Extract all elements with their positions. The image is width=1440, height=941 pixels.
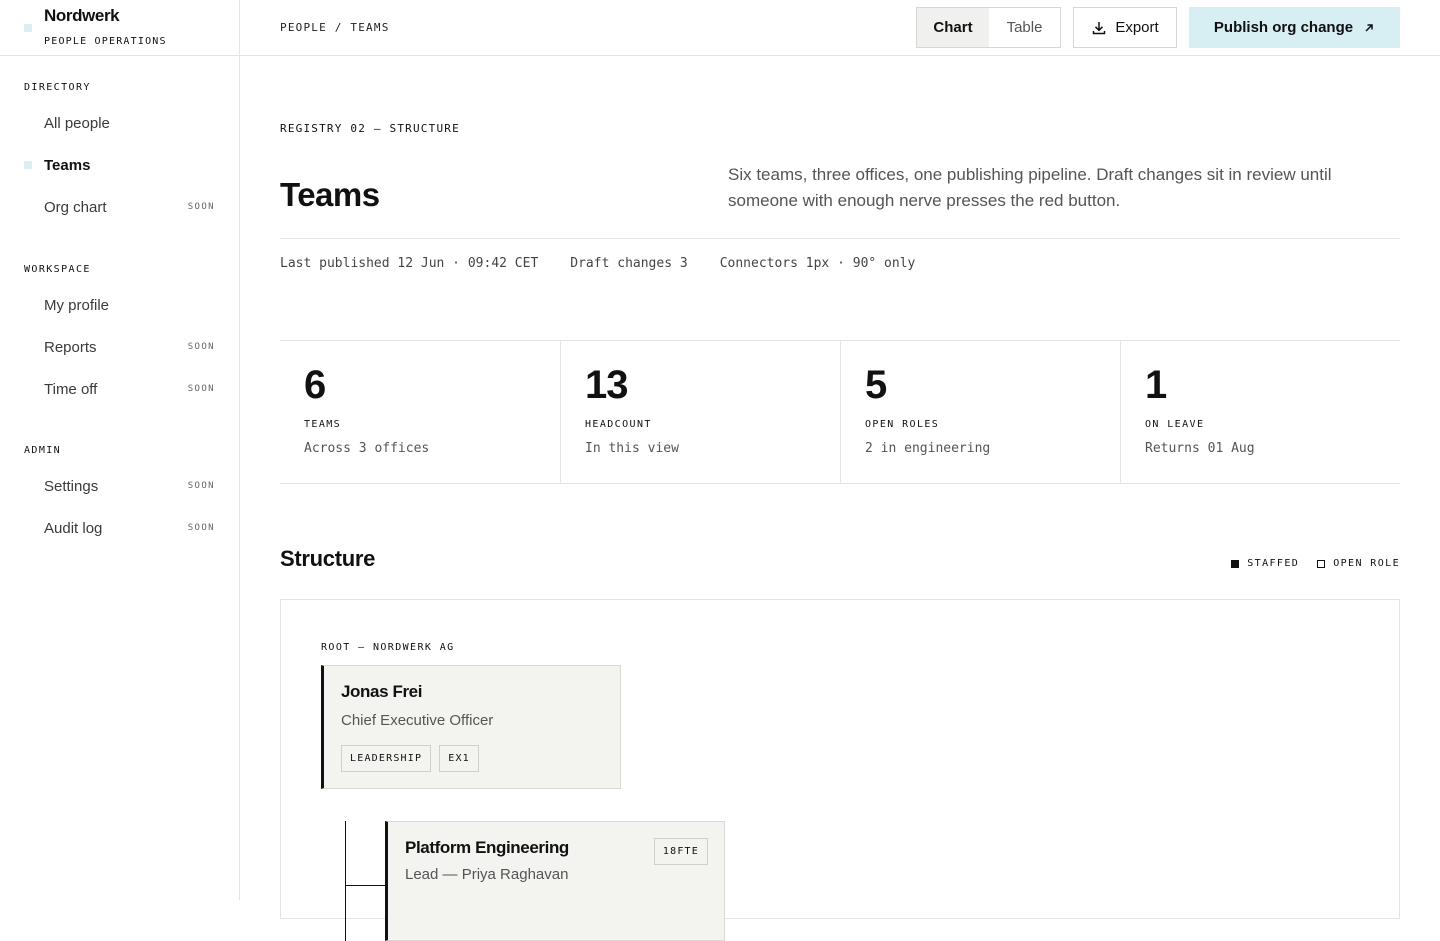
org-chart-canvas: ROOT — NORDWERK AG Jonas Frei Chief Exec… [280, 599, 1400, 941]
person-name: Jonas Frei [341, 682, 423, 701]
view-chart-button[interactable]: Chart [917, 8, 989, 47]
legend-label: OPEN ROLE [1333, 558, 1400, 569]
nav-section-admin: ADMIN Settings SOON Audit log SOON [0, 445, 240, 549]
sidebar-item-label: All people [44, 114, 110, 132]
open-role-swatch-icon [1317, 559, 1326, 568]
soon-badge: SOON [187, 384, 215, 394]
soon-badge: SOON [187, 342, 215, 352]
legend: STAFFED OPEN ROLE [1231, 558, 1400, 569]
download-icon [1093, 21, 1106, 34]
legend-label: STAFFED [1247, 558, 1300, 569]
topbar: PEOPLE / TEAMS Chart Table Export Publis… [240, 0, 1440, 56]
connector-horizontal [345, 885, 385, 886]
publish-org-change-button[interactable]: Publish org change [1189, 7, 1400, 48]
staffed-swatch-icon [1231, 559, 1240, 568]
soon-badge: SOON [187, 202, 215, 212]
sidebar-item-org-chart[interactable]: Org chart SOON [0, 186, 240, 228]
org-card-team[interactable]: Platform Engineering Lead — Priya Raghav… [385, 821, 725, 941]
nav-heading: WORKSPACE [24, 264, 91, 275]
brand: Nordwerk PEOPLE OPERATIONS [0, 0, 239, 56]
publish-label: Publish org change [1213, 19, 1354, 36]
page-eyebrow: REGISTRY 02 — STRUCTURE [280, 122, 460, 135]
stat-value: 5 [865, 363, 887, 407]
stat-label: TEAMS [304, 419, 342, 430]
stat-value: 1 [1145, 363, 1167, 407]
arrow-up-right-icon [1365, 23, 1373, 32]
team-name: Platform Engineering [405, 838, 569, 857]
fte-badge: 18FTE [653, 838, 708, 865]
connectors-info: Connectors 1px · 90° only [719, 256, 916, 271]
brand-mark-icon [24, 24, 32, 32]
sidebar-item-all-people[interactable]: All people [0, 102, 240, 144]
stat-value: 6 [304, 363, 326, 407]
stat-on-leave: 1 ON LEAVE Returns 01 Aug [1120, 341, 1400, 483]
sidebar-item-label: Audit log [44, 519, 103, 537]
stat-label: ON LEAVE [1145, 419, 1205, 430]
active-indicator-icon [24, 161, 32, 169]
stat-note: 2 in engineering [865, 441, 991, 456]
connector-vertical [345, 821, 346, 941]
sidebar-item-label: Org chart [44, 198, 107, 216]
view-toggle: Chart Table [916, 7, 1061, 48]
stat-value: 13 [585, 363, 628, 407]
breadcrumb: PEOPLE / TEAMS [280, 21, 390, 34]
soon-badge: SOON [187, 481, 215, 491]
sidebar-item-label: My profile [44, 296, 110, 314]
sidebar: Nordwerk PEOPLE OPERATIONS DIRECTORY All… [0, 0, 240, 900]
draft-changes: Draft changes 3 [570, 256, 688, 271]
stat-label: OPEN ROLES [865, 419, 940, 430]
tag: EX1 [439, 745, 479, 772]
page-description: Six teams, three offices, one publishing… [728, 165, 1332, 210]
divider [280, 238, 1400, 239]
brand-subtitle: PEOPLE OPERATIONS [44, 36, 167, 47]
root-label: ROOT — NORDWERK AG [321, 642, 455, 653]
sidebar-item-label: Settings [44, 477, 99, 495]
section-title-structure: Structure [280, 546, 376, 571]
sidebar-item-label: Time off [44, 380, 98, 398]
sidebar-item-label: Teams [44, 156, 91, 174]
stat-label: HEADCOUNT [585, 419, 652, 430]
team-lead: Lead — Priya Raghavan [405, 866, 569, 883]
org-card-ceo[interactable]: Jonas Frei Chief Executive Officer LEADE… [321, 665, 621, 789]
sidebar-item-teams[interactable]: Teams [0, 144, 240, 186]
nav-heading: ADMIN [24, 445, 62, 456]
page-title: Teams [280, 176, 380, 213]
export-button[interactable]: Export [1073, 7, 1177, 48]
nav-section-workspace: WORKSPACE My profile Reports SOON Time o… [0, 264, 240, 410]
stat-note: Across 3 offices [304, 441, 430, 456]
last-published: Last published 12 Jun · 09:42 CET [280, 256, 539, 271]
sidebar-item-reports[interactable]: Reports SOON [0, 326, 240, 368]
stat-teams: 6 TEAMS Across 3 offices [280, 341, 560, 483]
sidebar-item-my-profile[interactable]: My profile [0, 284, 240, 326]
page-meta: Last published 12 Jun · 09:42 CET Draft … [280, 256, 915, 271]
sidebar-item-time-off[interactable]: Time off SOON [0, 368, 240, 410]
stat-open-roles: 5 OPEN ROLES 2 in engineering [840, 341, 1120, 483]
export-label: Export [1115, 19, 1159, 36]
stat-headcount: 13 HEADCOUNT In this view [560, 341, 840, 483]
stats-strip: 6 TEAMS Across 3 offices 13 HEADCOUNT In… [280, 340, 1400, 484]
nav-heading: DIRECTORY [24, 82, 91, 93]
view-table-button[interactable]: Table [989, 8, 1060, 47]
legend-staffed: STAFFED [1231, 558, 1299, 569]
brand-name: Nordwerk [44, 6, 120, 25]
nav-section-directory: DIRECTORY All people Teams Org chart SOO… [0, 82, 240, 228]
stat-note: In this view [585, 441, 679, 456]
sidebar-item-label: Reports [44, 338, 97, 356]
tag: LEADERSHIP [341, 745, 432, 772]
sidebar-item-settings[interactable]: Settings SOON [0, 465, 240, 507]
stat-note: Returns 01 Aug [1145, 441, 1255, 456]
soon-badge: SOON [187, 523, 215, 533]
legend-open-role: OPEN ROLE [1317, 558, 1400, 569]
sidebar-item-audit-log[interactable]: Audit log SOON [0, 507, 240, 549]
person-role: Chief Executive Officer [341, 712, 494, 729]
tag-list: LEADERSHIP EX1 [341, 745, 479, 772]
